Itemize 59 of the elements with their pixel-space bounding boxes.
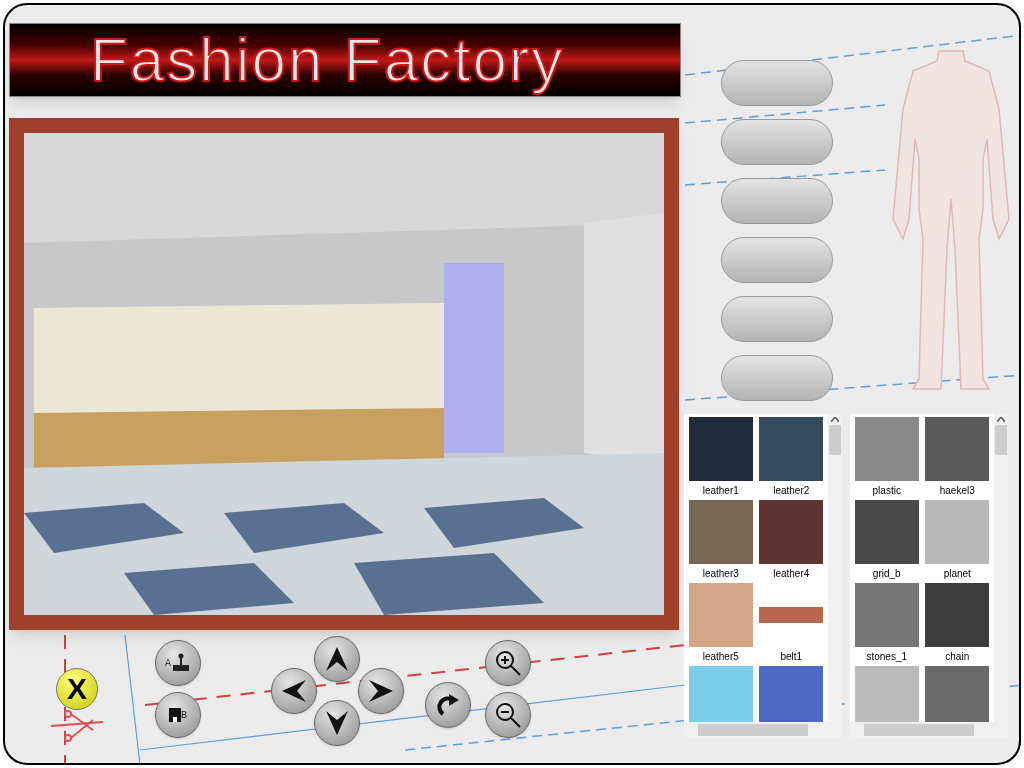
belt-swatch[interactable] — [759, 607, 824, 623]
texture-label: leather4 — [773, 567, 810, 581]
texture-label: leather5 — [702, 650, 739, 664]
texture-swatch[interactable] — [925, 666, 990, 722]
pill-button[interactable] — [721, 355, 833, 401]
joystick-icon — [171, 653, 191, 673]
horizontal-scrollbar[interactable] — [850, 722, 1008, 738]
texture-label: haekel3 — [939, 484, 975, 498]
up-button[interactable] — [314, 636, 361, 682]
texture-label: chain — [945, 650, 970, 664]
pill-button[interactable] — [721, 296, 833, 342]
vertical-scrollbar[interactable] — [994, 414, 1008, 722]
texture-swatch[interactable] — [688, 583, 753, 647]
close-button[interactable]: X — [56, 668, 98, 710]
texture-swatch[interactable] — [925, 417, 990, 481]
down-button[interactable] — [314, 700, 361, 746]
texture-swatch[interactable] — [925, 500, 990, 564]
scrollbar-thumb[interactable] — [829, 425, 841, 455]
texture-swatch[interactable] — [854, 500, 919, 564]
save-button[interactable]: B — [155, 692, 201, 738]
texture-swatch[interactable] — [759, 417, 824, 481]
left-button[interactable] — [271, 668, 317, 714]
texture-label: belt1 — [780, 650, 803, 664]
texture-label: leather2 — [773, 484, 810, 498]
vertical-scrollbar[interactable] — [828, 414, 842, 722]
joystick-button[interactable]: A — [155, 640, 201, 686]
texture-label: planet — [943, 567, 971, 581]
horizontal-scrollbar[interactable] — [684, 722, 842, 738]
texture-label: leather3 — [702, 567, 739, 581]
scrollbar-thumb[interactable] — [698, 724, 808, 736]
pill-button[interactable] — [721, 119, 833, 165]
zoom-in-icon — [494, 649, 522, 677]
scroll-up-icon[interactable] — [997, 417, 1005, 422]
texture-label: grid_b — [872, 567, 901, 581]
texture-label: leather1 — [702, 484, 739, 498]
texture-swatch[interactable] — [854, 417, 919, 481]
scrollbar-thumb[interactable] — [864, 724, 974, 736]
rotate-icon — [435, 692, 461, 718]
right-button[interactable] — [357, 668, 404, 714]
texture-label: stones_1 — [866, 650, 908, 664]
rotate-button[interactable] — [425, 682, 471, 728]
texture-swatch[interactable] — [688, 666, 753, 722]
pill-button[interactable] — [721, 237, 833, 283]
texture-swatch[interactable] — [759, 666, 824, 722]
scissors-icon — [49, 710, 105, 742]
texture-swatch[interactable] — [688, 500, 753, 564]
zoom-out-button[interactable] — [485, 692, 531, 738]
texture-swatch[interactable] — [854, 666, 919, 722]
zoom-out-icon — [494, 701, 522, 729]
scrollbar-thumb[interactable] — [995, 425, 1007, 455]
pill-button[interactable] — [721, 178, 833, 224]
texture-label: plastic — [872, 484, 901, 498]
pill-button[interactable] — [721, 60, 833, 106]
texture-swatch[interactable] — [759, 500, 824, 564]
scroll-up-icon[interactable] — [831, 417, 839, 422]
texture-swatch[interactable] — [854, 583, 919, 647]
texture-swatch[interactable] — [688, 417, 753, 481]
zoom-in-button[interactable] — [485, 640, 531, 686]
texture-swatch[interactable] — [925, 583, 990, 647]
